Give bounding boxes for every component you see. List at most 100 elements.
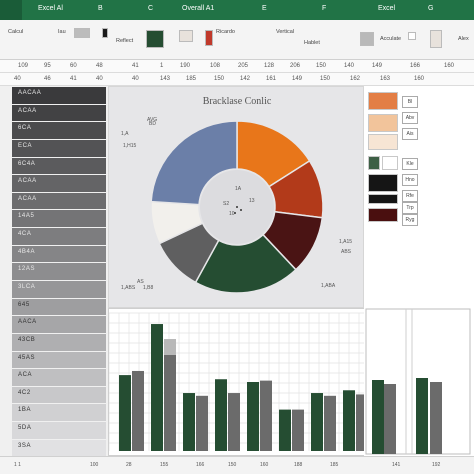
- header-cell[interactable]: 109: [18, 63, 28, 69]
- tab-excel[interactable]: Excel: [378, 5, 395, 12]
- header-cell[interactable]: 140: [344, 63, 354, 69]
- header-cell[interactable]: 60: [70, 63, 77, 69]
- ribbon-swatch-black[interactable]: [102, 28, 108, 38]
- bar-1-series-1[interactable]: [119, 375, 131, 451]
- row-label[interactable]: ACAA: [12, 175, 106, 192]
- ribbon-swatch-gray-2[interactable]: [360, 32, 374, 46]
- ribbon-label-6[interactable]: Hablet: [304, 40, 320, 46]
- row-label[interactable]: ACAA: [12, 192, 106, 210]
- ribbon-swatch-light[interactable]: [179, 30, 193, 42]
- right-swatch-peach[interactable]: [368, 114, 398, 132]
- status-item[interactable]: 100: [90, 462, 98, 468]
- header-cell[interactable]: 149: [292, 76, 302, 82]
- status-item[interactable]: 166: [196, 462, 204, 468]
- status-item[interactable]: 150: [228, 462, 236, 468]
- header-cell[interactable]: 185: [186, 76, 196, 82]
- ribbon-checkbox[interactable]: [408, 32, 416, 40]
- header-cell[interactable]: 160: [444, 63, 454, 69]
- row-label[interactable]: AACAA: [12, 87, 106, 104]
- ribbon-label-5[interactable]: Vertical: [276, 29, 294, 35]
- bar-5-series-1[interactable]: [247, 382, 259, 451]
- bar-8-series-1[interactable]: [343, 390, 355, 451]
- right-swatch-orange[interactable]: [368, 92, 398, 110]
- ribbon-label-8[interactable]: Alex: [458, 36, 469, 42]
- right-label[interactable]: Abv: [402, 112, 418, 124]
- bar-chart[interactable]: [109, 309, 365, 455]
- status-item[interactable]: 155: [160, 462, 168, 468]
- row-label[interactable]: 4C2: [12, 386, 106, 404]
- row-label[interactable]: 5DA: [12, 422, 106, 439]
- tab-g[interactable]: G: [428, 5, 433, 12]
- bar-3-series-2[interactable]: [196, 395, 208, 451]
- header-cell[interactable]: 205: [238, 63, 248, 69]
- right-swatch-green[interactable]: [368, 156, 380, 170]
- bar-4-series-1[interactable]: [215, 379, 227, 451]
- row-label[interactable]: 12AS: [12, 263, 106, 280]
- right-bar-2[interactable]: [416, 378, 428, 454]
- row-label[interactable]: 43CB: [12, 333, 106, 351]
- status-item[interactable]: 188: [294, 462, 302, 468]
- right-label[interactable]: Ryg: [402, 214, 418, 226]
- app-icon[interactable]: [0, 0, 22, 20]
- bar-6-series-2[interactable]: [292, 409, 304, 451]
- header-cell[interactable]: 40: [14, 76, 21, 82]
- tab-c[interactable]: C: [148, 5, 153, 12]
- status-item[interactable]: 160: [260, 462, 268, 468]
- ribbon-label-2[interactable]: Iau: [58, 29, 66, 35]
- bar-4-series-2[interactable]: [228, 393, 240, 451]
- bar-2-series-1[interactable]: [151, 324, 163, 451]
- bar-7-series-2[interactable]: [324, 395, 336, 451]
- right-label[interactable]: Bl: [402, 96, 418, 108]
- bar-3-series-1[interactable]: [183, 393, 195, 451]
- tab-e[interactable]: E: [262, 5, 267, 12]
- row-label[interactable]: 6CA: [12, 122, 106, 139]
- header-cell[interactable]: 40: [96, 76, 103, 82]
- right-bar-1[interactable]: [384, 384, 396, 454]
- ribbon-label-4[interactable]: Ricardo: [216, 29, 235, 35]
- header-cell[interactable]: 40: [132, 76, 139, 82]
- right-label[interactable]: Hno: [402, 174, 418, 186]
- header-cell[interactable]: 206: [290, 63, 300, 69]
- header-cell[interactable]: 149: [372, 63, 382, 69]
- header-cell[interactable]: 1: [160, 63, 163, 69]
- bar-7-series-1[interactable]: [311, 393, 323, 451]
- row-label[interactable]: 3LCA: [12, 281, 106, 298]
- row-label[interactable]: AACA: [12, 316, 106, 333]
- bar-5-series-2[interactable]: [260, 380, 272, 451]
- right-bar-chart[interactable]: [364, 308, 474, 456]
- header-cell[interactable]: 163: [380, 76, 390, 82]
- row-label[interactable]: 645: [12, 298, 106, 316]
- right-bar-0[interactable]: [372, 380, 384, 454]
- row-label[interactable]: 4CA: [12, 228, 106, 245]
- header-cell[interactable]: 160: [414, 76, 424, 82]
- ribbon-label-7[interactable]: Acculate: [380, 36, 401, 42]
- tab-f[interactable]: F: [322, 5, 326, 12]
- tab-b[interactable]: B: [98, 5, 103, 12]
- header-cell[interactable]: 161: [266, 76, 276, 82]
- ribbon-swatch-red[interactable]: [205, 30, 213, 46]
- bar-1-series-2[interactable]: [132, 370, 144, 451]
- header-cell[interactable]: 142: [240, 76, 250, 82]
- status-item[interactable]: 192: [432, 462, 440, 468]
- header-cell[interactable]: 190: [180, 63, 190, 69]
- header-cell[interactable]: 150: [320, 76, 330, 82]
- right-bar-3[interactable]: [430, 382, 442, 454]
- header-cell[interactable]: 150: [316, 63, 326, 69]
- row-label[interactable]: 1BA: [12, 404, 106, 422]
- row-label[interactable]: 45AS: [12, 351, 106, 369]
- right-label[interactable]: Trp: [402, 202, 418, 214]
- right-label[interactable]: Rfe: [402, 190, 418, 202]
- header-cell[interactable]: 48: [96, 63, 103, 69]
- status-item[interactable]: 141: [392, 462, 400, 468]
- header-cell[interactable]: 41: [132, 63, 139, 69]
- right-swatch-cream[interactable]: [368, 134, 398, 150]
- header-cell[interactable]: 41: [70, 76, 77, 82]
- row-label[interactable]: ACAA: [12, 104, 106, 122]
- bar-6-series-1[interactable]: [279, 409, 291, 451]
- header-cell[interactable]: 150: [214, 76, 224, 82]
- ribbon-swatch-light-2[interactable]: [430, 30, 442, 48]
- status-item[interactable]: 185: [330, 462, 338, 468]
- header-cell[interactable]: 95: [44, 63, 51, 69]
- bar-2-series-2[interactable]: [164, 340, 176, 451]
- ribbon-label-3[interactable]: Reflect: [116, 38, 133, 44]
